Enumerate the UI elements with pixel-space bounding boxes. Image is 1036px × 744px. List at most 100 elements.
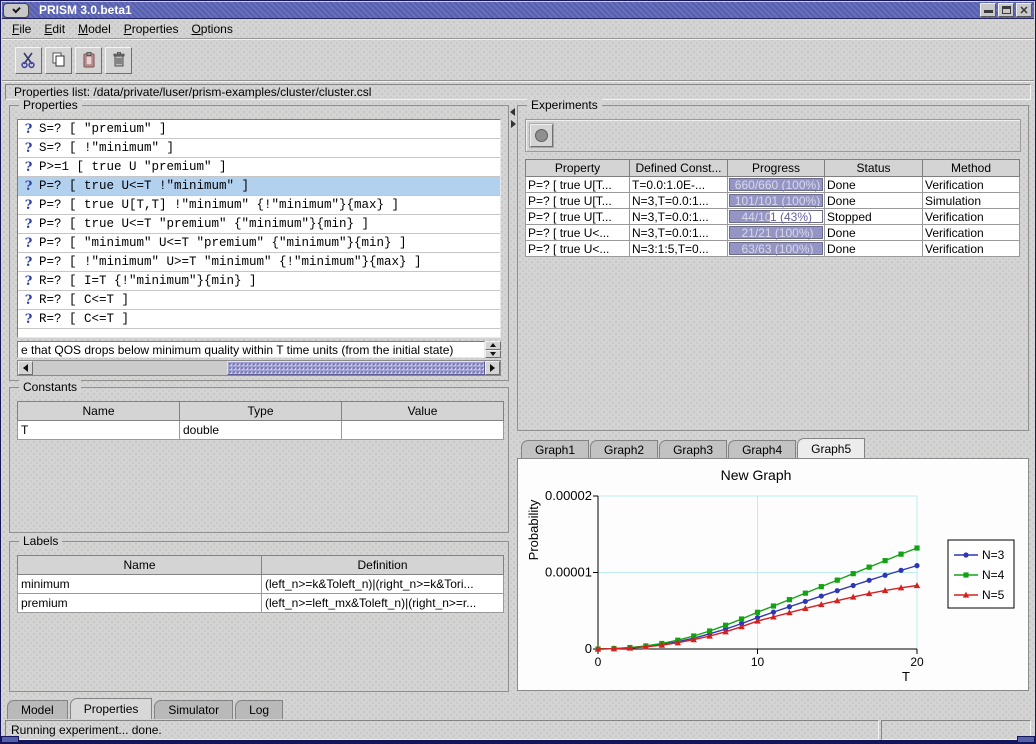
property-item[interactable]: ?P=? [ true U<=T !"minimum" ]	[18, 177, 500, 196]
menu-edit[interactable]: Edit	[42, 20, 67, 38]
property-question-icon: ?	[18, 198, 39, 213]
column-header[interactable]: Defined Const...	[630, 160, 728, 177]
paste-icon	[80, 51, 98, 69]
tab-graph3[interactable]: Graph3	[659, 440, 727, 458]
column-header[interactable]: Method	[923, 160, 1020, 177]
status-message: Running experiment... done.	[5, 720, 879, 740]
experiment-row[interactable]: P=? [ true U[T...N=3,T=0.0:1...101/101 (…	[526, 193, 1020, 209]
paste-button[interactable]	[75, 47, 102, 74]
progress-text-inner: 63/63 (100%)	[730, 243, 822, 254]
property-question-icon: ?	[18, 255, 39, 270]
experiment-row[interactable]: P=? [ true U[T...N=3,T=0.0:1...44/101 (4…	[526, 209, 1020, 225]
scroll-up-button[interactable]	[485, 341, 501, 350]
constants-table: NameTypeValueTdouble	[17, 401, 504, 440]
property-item[interactable]: ?R=? [ C<=T ]	[18, 291, 500, 310]
experiment-row[interactable]: P=? [ true U[T...T=0.0:1.0E-...660/660 (…	[526, 177, 1020, 193]
properties-horizontal-scrollbar[interactable]	[17, 360, 501, 376]
svg-text:0: 0	[595, 655, 602, 669]
progress-text-inner: 44/101 (43%)	[730, 211, 770, 222]
cell: Done	[825, 225, 923, 241]
status-bar: Running experiment... done.	[5, 720, 1031, 740]
cell: minimum	[18, 575, 262, 594]
property-item[interactable]: ?R=? [ C<=T ]	[18, 310, 500, 329]
experiment-row[interactable]: P=? [ true U<...N=3,T=0.0:1...21/21 (100…	[526, 225, 1020, 241]
cut-icon	[20, 51, 38, 69]
progress-fill: 660/660 (100%)	[730, 179, 822, 190]
tab-graph5[interactable]: Graph5	[797, 438, 865, 458]
close-button[interactable]: ✕	[1016, 3, 1032, 17]
column-header[interactable]: Definition	[262, 556, 504, 575]
property-item[interactable]: ?P=? [ !"minimum" U>=T "minimum" {!"mini…	[18, 253, 500, 272]
property-item[interactable]: ?S=? [ "premium" ]	[18, 120, 500, 139]
tab-graph2[interactable]: Graph2	[590, 440, 658, 458]
column-header[interactable]: Value	[342, 402, 504, 421]
property-comment-field[interactable]: e that QOS drops below minimum quality w…	[17, 341, 485, 358]
status-extra	[881, 720, 1031, 740]
copy-icon	[50, 51, 68, 69]
svg-text:N=3: N=3	[982, 548, 1005, 562]
tab-model[interactable]: Model	[7, 700, 68, 719]
constants-panel: Constants NameTypeValueTdouble	[9, 387, 509, 533]
status-text: Running experiment... done.	[11, 723, 162, 737]
progress-cell: 21/21 (100%)21/21 (100%)	[728, 225, 825, 241]
property-question-icon: ?	[18, 179, 39, 194]
cut-button[interactable]	[15, 47, 42, 74]
scrollbar-track[interactable]	[33, 361, 485, 375]
tab-properties[interactable]: Properties	[70, 698, 153, 719]
property-item[interactable]: ?P=? [ true U[T,T] !"minimum" {!"minimum…	[18, 196, 500, 215]
property-text: P=? [ "minimum" U<=T "premium" {"minimum…	[39, 236, 407, 250]
cell: Done	[825, 193, 923, 209]
menu-file[interactable]: File	[10, 20, 33, 38]
minimize-button[interactable]	[980, 3, 996, 17]
stop-experiment-button[interactable]	[530, 124, 553, 147]
tab-graph1[interactable]: Graph1	[521, 440, 589, 458]
maximize-button[interactable]	[998, 3, 1014, 17]
column-header[interactable]: Name	[18, 402, 180, 421]
cell: Verification	[923, 177, 1020, 193]
property-item[interactable]: ?P>=1 [ true U "premium" ]	[18, 158, 500, 177]
column-header[interactable]: Progress	[728, 160, 825, 177]
labels-row[interactable]: premium(left_n>=left_mx&Toleft_n)|(right…	[18, 594, 504, 613]
constants-row[interactable]: Tdouble	[18, 421, 504, 440]
scrollbar-thumb[interactable]	[227, 361, 485, 375]
experiments-panel-title: Experiments	[527, 98, 602, 112]
separator	[2, 80, 1034, 82]
progress-cell: 101/101 (100%)101/101 (100%)	[728, 193, 825, 209]
svg-text:N=4: N=4	[982, 568, 1005, 582]
menu-options[interactable]: Options	[189, 20, 234, 38]
tab-graph4[interactable]: Graph4	[728, 440, 796, 458]
collapse-right-icon[interactable]	[511, 120, 516, 128]
properties-list[interactable]: ?S=? [ "premium" ]?S=? [ !"minimum" ]?P>…	[17, 119, 501, 338]
property-item[interactable]: ?P=? [ "minimum" U<=T "premium" {"minimu…	[18, 234, 500, 253]
column-header[interactable]: Type	[180, 402, 342, 421]
split-divider[interactable]	[509, 105, 517, 691]
property-question-icon: ?	[18, 312, 39, 327]
column-header[interactable]: Property	[526, 160, 630, 177]
menu-properties[interactable]: Properties	[122, 20, 181, 38]
tab-log[interactable]: Log	[235, 700, 283, 719]
scroll-down-button[interactable]	[485, 350, 501, 359]
property-text: P=? [ true U<=T !"minimum" ]	[39, 179, 249, 193]
delete-button[interactable]	[105, 47, 132, 74]
labels-row[interactable]: minimum(left_n>=k&Toleft_n)|(right_n>=k&…	[18, 575, 504, 594]
collapse-left-icon[interactable]	[510, 108, 515, 116]
cell: Verification	[923, 225, 1020, 241]
up-arrow-icon	[490, 343, 496, 347]
delete-icon	[110, 51, 128, 69]
scroll-left-button[interactable]	[18, 361, 33, 375]
progress-bar: 63/63 (100%)63/63 (100%)	[729, 242, 823, 255]
menu-model[interactable]: Model	[76, 20, 113, 38]
title-bar[interactable]: PRISM 3.0.beta1 ✕	[2, 2, 1034, 19]
column-header[interactable]: Name	[18, 556, 262, 575]
property-item[interactable]: ?S=? [ !"minimum" ]	[18, 139, 500, 158]
scroll-right-button[interactable]	[485, 361, 500, 375]
column-header[interactable]: Status	[825, 160, 923, 177]
tab-simulator[interactable]: Simulator	[154, 700, 233, 719]
window-menu-button[interactable]	[3, 3, 29, 18]
experiment-row[interactable]: P=? [ true U<...N=3:1:5,T=0...63/63 (100…	[526, 241, 1020, 257]
property-item[interactable]: ?R=? [ I=T {!"minimum"}{min} ]	[18, 272, 500, 291]
progress-cell: 63/63 (100%)63/63 (100%)	[728, 241, 825, 257]
cell: Simulation	[923, 193, 1020, 209]
copy-button[interactable]	[45, 47, 72, 74]
property-item[interactable]: ?P=? [ true U<=T "premium" {"minimum"}{m…	[18, 215, 500, 234]
